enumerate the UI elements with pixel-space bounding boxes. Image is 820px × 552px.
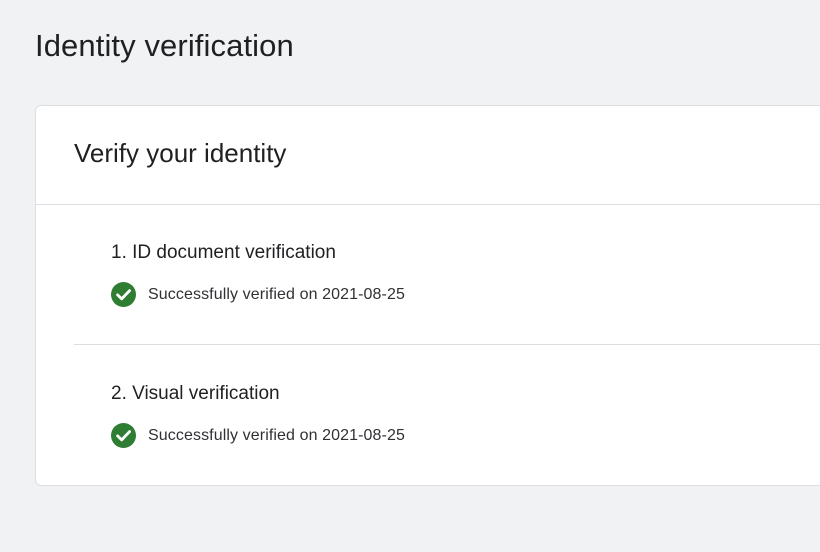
verification-step-id-document: 1. ID document verification Successfully… — [74, 205, 820, 345]
verification-card: Verify your identity 1. ID document veri… — [35, 105, 820, 486]
card-title: Verify your identity — [74, 138, 287, 168]
page-title: Identity verification — [35, 28, 294, 63]
check-circle-icon — [111, 423, 136, 448]
status-text: Successfully verified on 2021-08-25 — [148, 426, 405, 444]
step-divider — [74, 344, 820, 345]
step-title: 1. ID document verification — [111, 242, 336, 263]
status-text: Successfully verified on 2021-08-25 — [148, 285, 405, 303]
step-status: Successfully verified on 2021-08-25 — [111, 423, 405, 448]
step-status: Successfully verified on 2021-08-25 — [111, 282, 405, 307]
verification-step-visual: 2. Visual verification Successfully veri… — [74, 346, 820, 486]
step-title: 2. Visual verification — [111, 383, 280, 404]
check-circle-icon — [111, 282, 136, 307]
